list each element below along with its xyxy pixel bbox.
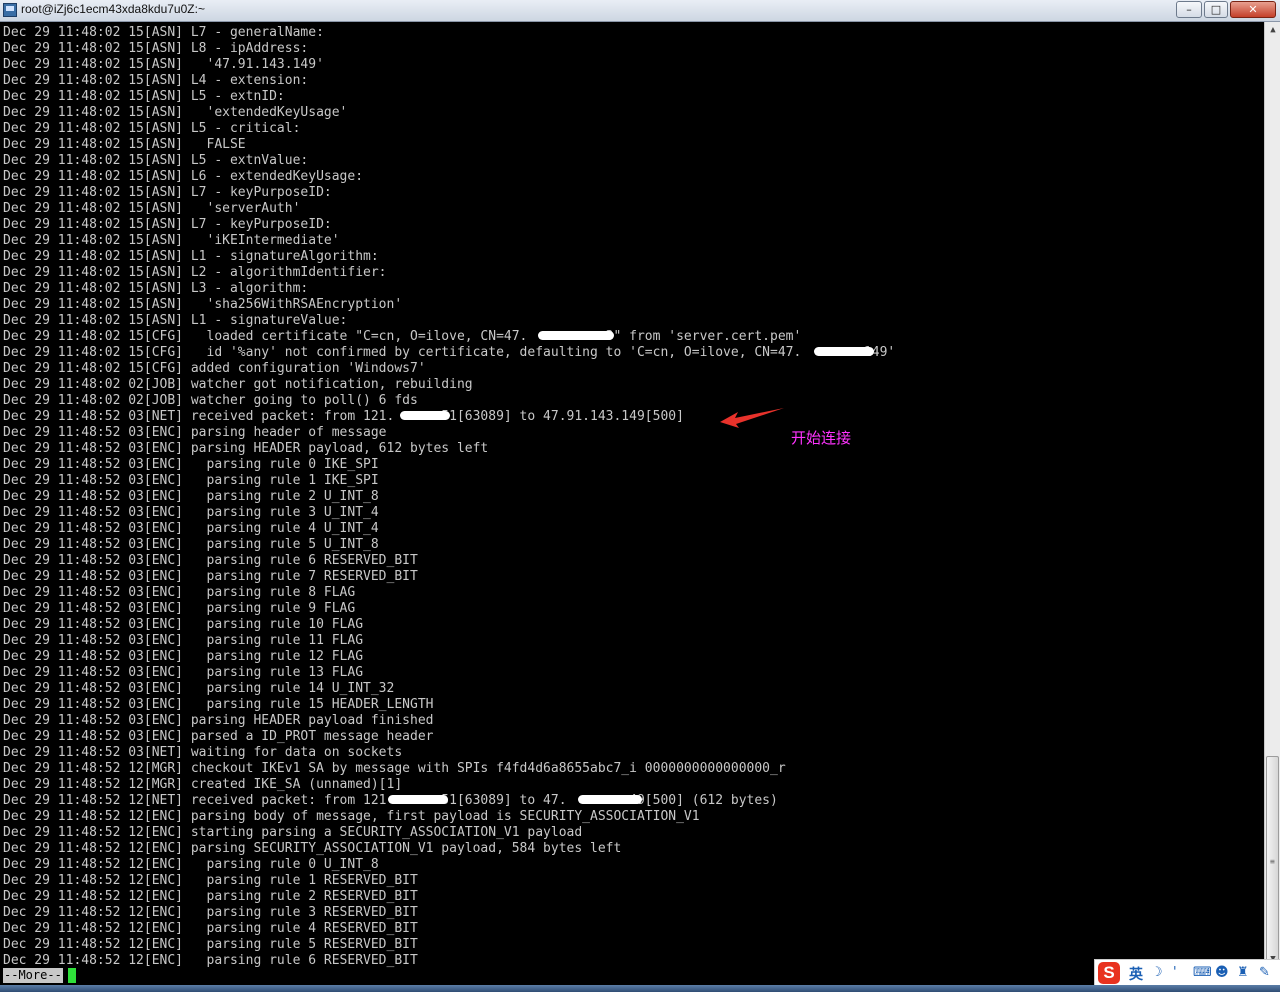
maximize-button[interactable]: □	[1204, 1, 1228, 18]
terminal-line: Dec 29 11:48:52 12[MGR] checkout IKEv1 S…	[3, 761, 786, 776]
terminal-line: Dec 29 11:48:52 03[ENC] parsing HEADER p…	[3, 441, 489, 456]
terminal-cursor	[68, 968, 76, 983]
terminal-line: Dec 29 11:48:52 03[ENC] parsing rule 11 …	[3, 633, 364, 648]
terminal-line: Dec 29 11:48:52 03[ENC] parsing rule 12 …	[3, 649, 364, 664]
terminal-line: Dec 29 11:48:52 03[ENC] parsing rule 0 I…	[3, 457, 379, 472]
terminal-line: Dec 29 11:48:02 02[JOB] watcher got noti…	[3, 377, 473, 392]
terminal-line: Dec 29 11:48:02 15[ASN] L1 - signatureAl…	[3, 249, 379, 264]
terminal-line: Dec 29 11:48:52 03[ENC] parsing header o…	[3, 425, 387, 440]
terminal-line: Dec 29 11:48:02 15[ASN] L7 - keyPurposeI…	[3, 185, 332, 200]
window-title: root@iZj6c1ecm43xda8kdu7u0Z:~	[21, 2, 205, 16]
user-icon[interactable]: ☻	[1215, 965, 1229, 980]
terminal-line: Dec 29 11:48:02 15[ASN] L5 - extnID:	[3, 89, 285, 104]
terminal-line: Dec 29 11:48:02 15[ASN] FALSE	[3, 137, 246, 152]
terminal-line: Dec 29 11:48:52 12[MGR] created IKE_SA (…	[3, 777, 403, 792]
terminal-line: Dec 29 11:48:52 12[ENC] parsing rule 3 R…	[3, 905, 418, 920]
taskbar[interactable]	[0, 985, 1280, 992]
terminal-line: Dec 29 11:48:52 03[ENC] parsing rule 1 I…	[3, 473, 379, 488]
moon-icon[interactable]: ☽	[1151, 965, 1163, 980]
redaction-mark	[400, 411, 450, 420]
terminal-line: Dec 29 11:48:02 15[ASN] 'sha256WithRSAEn…	[3, 297, 403, 312]
terminal-line: Dec 29 11:48:02 15[ASN] 'iKEIntermediate…	[3, 233, 340, 248]
terminal-line: Dec 29 11:48:02 15[ASN] 'serverAuth'	[3, 201, 301, 216]
terminal-line: Dec 29 11:48:02 15[CFG] loaded certifica…	[3, 329, 802, 344]
terminal-line: Dec 29 11:48:52 03[NET] received packet:…	[3, 409, 684, 424]
terminal-line: Dec 29 11:48:02 02[JOB] watcher going to…	[3, 393, 418, 408]
terminal-line: Dec 29 11:48:52 12[ENC] parsing rule 5 R…	[3, 937, 418, 952]
redaction-mark	[814, 347, 874, 356]
redaction-mark	[388, 795, 448, 804]
ime-toolbar[interactable]: S 英 ☽ ' ⌨ ☻ ♜ ✎	[1094, 959, 1280, 985]
minimize-button[interactable]: –	[1176, 1, 1202, 18]
terminal-line: Dec 29 11:48:52 12[ENC] parsing rule 2 R…	[3, 889, 418, 904]
terminal-line: Dec 29 11:48:02 15[CFG] id '%any' not co…	[3, 345, 896, 360]
scrollbar-thumb[interactable]: ≡	[1266, 756, 1279, 968]
terminal-line: Dec 29 11:48:02 15[ASN] '47.91.143.149'	[3, 57, 324, 72]
terminal-line: Dec 29 11:48:02 15[ASN] L3 - algorithm:	[3, 281, 309, 296]
terminal-line: Dec 29 11:48:02 15[ASN] L8 - ipAddress:	[3, 41, 309, 56]
terminal-line: Dec 29 11:48:52 12[ENC] parsing rule 0 U…	[3, 857, 379, 872]
terminal-line: Dec 29 11:48:52 03[ENC] parsing rule 6 R…	[3, 553, 418, 568]
annotation-label: 开始连接	[791, 429, 852, 447]
redaction-mark	[538, 331, 614, 340]
terminal-line: Dec 29 11:48:52 03[ENC] parsing rule 7 R…	[3, 569, 418, 584]
terminal-line: Dec 29 11:48:02 15[ASN] L6 - extendedKey…	[3, 169, 364, 184]
terminal-line: Dec 29 11:48:02 15[ASN] L5 - extnValue:	[3, 153, 309, 168]
keyboard-icon[interactable]: ⌨	[1193, 965, 1212, 980]
terminal-line: Dec 29 11:48:52 12[ENC] parsing rule 4 R…	[3, 921, 418, 936]
terminal-line: Dec 29 11:48:52 12[ENC] parsing SECURITY…	[3, 841, 622, 856]
annotation-arrow	[720, 408, 784, 428]
sogou-logo-icon[interactable]: S	[1098, 962, 1120, 984]
terminal-line: Dec 29 11:48:02 15[ASN] L2 - algorithmId…	[3, 265, 387, 280]
terminal-line: Dec 29 11:48:52 03[ENC] parsed a ID_PROT…	[3, 729, 434, 744]
terminal-line: Dec 29 11:48:52 03[ENC] parsing rule 15 …	[3, 697, 434, 712]
terminal-line: Dec 29 11:48:52 03[ENC] parsing rule 14 …	[3, 681, 395, 696]
terminal-line: Dec 29 11:48:52 03[ENC] parsing rule 9 F…	[3, 601, 356, 616]
putty-terminal-icon[interactable]	[3, 3, 17, 17]
terminal-line: Dec 29 11:48:52 03[ENC] parsing rule 13 …	[3, 665, 364, 680]
ime-language-toggle[interactable]: 英	[1129, 964, 1143, 984]
terminal-line: Dec 29 11:48:52 03[ENC] parsing rule 10 …	[3, 617, 364, 632]
terminal-output[interactable]: Dec 29 11:48:02 15[ASN] L7 - generalName…	[0, 24, 1264, 968]
grip-icon: ≡	[1270, 857, 1275, 866]
vertical-scrollbar[interactable]: ▲ ≡ ▼	[1264, 22, 1280, 968]
pager-prompt: --More--	[3, 968, 63, 983]
window-titlebar[interactable]: root@iZj6c1ecm43xda8kdu7u0Z:~ – □ ✕	[0, 0, 1280, 22]
terminal-line: Dec 29 11:48:02 15[ASN] L1 - signatureVa…	[3, 313, 348, 328]
terminal-line: Dec 29 11:48:52 03[ENC] parsing rule 4 U…	[3, 521, 379, 536]
terminal-line: Dec 29 11:48:02 15[ASN] L5 - critical:	[3, 121, 301, 136]
terminal-line: Dec 29 11:48:02 15[CFG] added configurat…	[3, 361, 426, 376]
punctuation-icon[interactable]: '	[1173, 965, 1177, 980]
terminal-line: Dec 29 11:48:02 15[ASN] L7 - generalName…	[3, 25, 324, 40]
terminal-line: Dec 29 11:48:52 12[ENC] parsing rule 6 R…	[3, 953, 418, 968]
redaction-mark	[578, 795, 642, 804]
skin-icon[interactable]: ♜	[1237, 965, 1249, 980]
terminal-line: Dec 29 11:48:52 03[ENC] parsing rule 3 U…	[3, 505, 379, 520]
terminal-line: Dec 29 11:48:52 03[ENC] parsing rule 2 U…	[3, 489, 379, 504]
terminal-line: Dec 29 11:48:52 03[ENC] parsing rule 5 U…	[3, 537, 379, 552]
terminal-line: Dec 29 11:48:52 12[ENC] starting parsing…	[3, 825, 583, 840]
terminal-line: Dec 29 11:48:02 15[ASN] L7 - keyPurposeI…	[3, 217, 332, 232]
terminal-line: Dec 29 11:48:02 15[ASN] L4 - extension:	[3, 73, 309, 88]
terminal-line: Dec 29 11:48:52 03[ENC] parsing rule 8 F…	[3, 585, 356, 600]
scroll-up-icon[interactable]: ▲	[1266, 23, 1280, 38]
terminal-line: Dec 29 11:48:52 12[ENC] parsing body of …	[3, 809, 700, 824]
terminal-line: Dec 29 11:48:52 12[ENC] parsing rule 1 R…	[3, 873, 418, 888]
tools-icon[interactable]: ✎	[1259, 965, 1270, 980]
terminal-line: Dec 29 11:48:52 03[NET] waiting for data…	[3, 745, 403, 760]
terminal-line: Dec 29 11:48:52 03[ENC] parsing HEADER p…	[3, 713, 434, 728]
terminal-line: Dec 29 11:48:02 15[ASN] 'extendedKeyUsag…	[3, 105, 348, 120]
close-button[interactable]: ✕	[1230, 1, 1276, 18]
